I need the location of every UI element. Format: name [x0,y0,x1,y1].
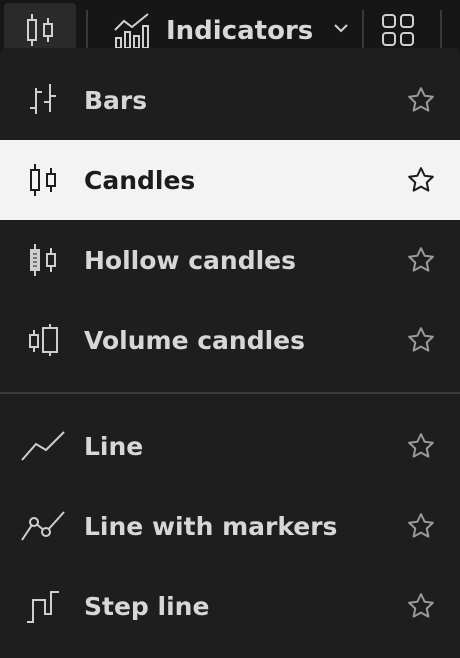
menu-item-line-with-markers[interactable]: Line with markers [0,486,460,566]
menu-item-label: Bars [84,85,148,115]
menu-item-label: Step line [84,591,210,621]
star-outline-icon[interactable] [404,83,438,117]
bars-icon [20,77,66,123]
volume-candles-icon [20,317,66,363]
star-outline-icon[interactable] [404,243,438,277]
menu-item-bars[interactable]: Bars [0,60,460,140]
line-icon [20,423,66,469]
toolbar-divider [362,10,364,50]
star-outline-icon[interactable] [404,163,438,197]
star-outline-icon[interactable] [404,323,438,357]
menu-item-label: Line [84,431,144,461]
menu-item-candles[interactable]: Candles [0,140,460,220]
menu-divider [0,392,460,394]
indicators-icon [112,12,152,50]
layout-button[interactable] [376,8,420,52]
menu-item-hollow-candles[interactable]: Hollow candles [0,220,460,300]
menu-item-step-line[interactable]: Step line [0,566,460,646]
step-line-icon [20,583,66,629]
menu-item-label: Hollow candles [84,245,296,275]
menu-item-label: Volume candles [84,325,306,355]
toolbar-divider [86,10,88,50]
menu-item-volume-candles[interactable]: Volume candles [0,300,460,380]
candles-icon [23,12,57,48]
candles-icon [20,157,66,203]
star-outline-icon[interactable] [404,429,438,463]
line-markers-icon [20,503,66,549]
grid-layout-icon [381,13,415,47]
toolbar-divider [440,10,442,50]
menu-item-line[interactable]: Line [0,406,460,486]
chevron-down-icon[interactable] [332,19,350,37]
star-outline-icon[interactable] [404,589,438,623]
chart-type-menu: Bars Candles Hollow candles Volume candl… [0,48,460,658]
menu-item-label: Candles [84,165,196,195]
indicators-label: Indicators [166,16,314,46]
star-outline-icon[interactable] [404,509,438,543]
hollow-candles-icon [20,237,66,283]
menu-item-label: Line with markers [84,511,338,541]
